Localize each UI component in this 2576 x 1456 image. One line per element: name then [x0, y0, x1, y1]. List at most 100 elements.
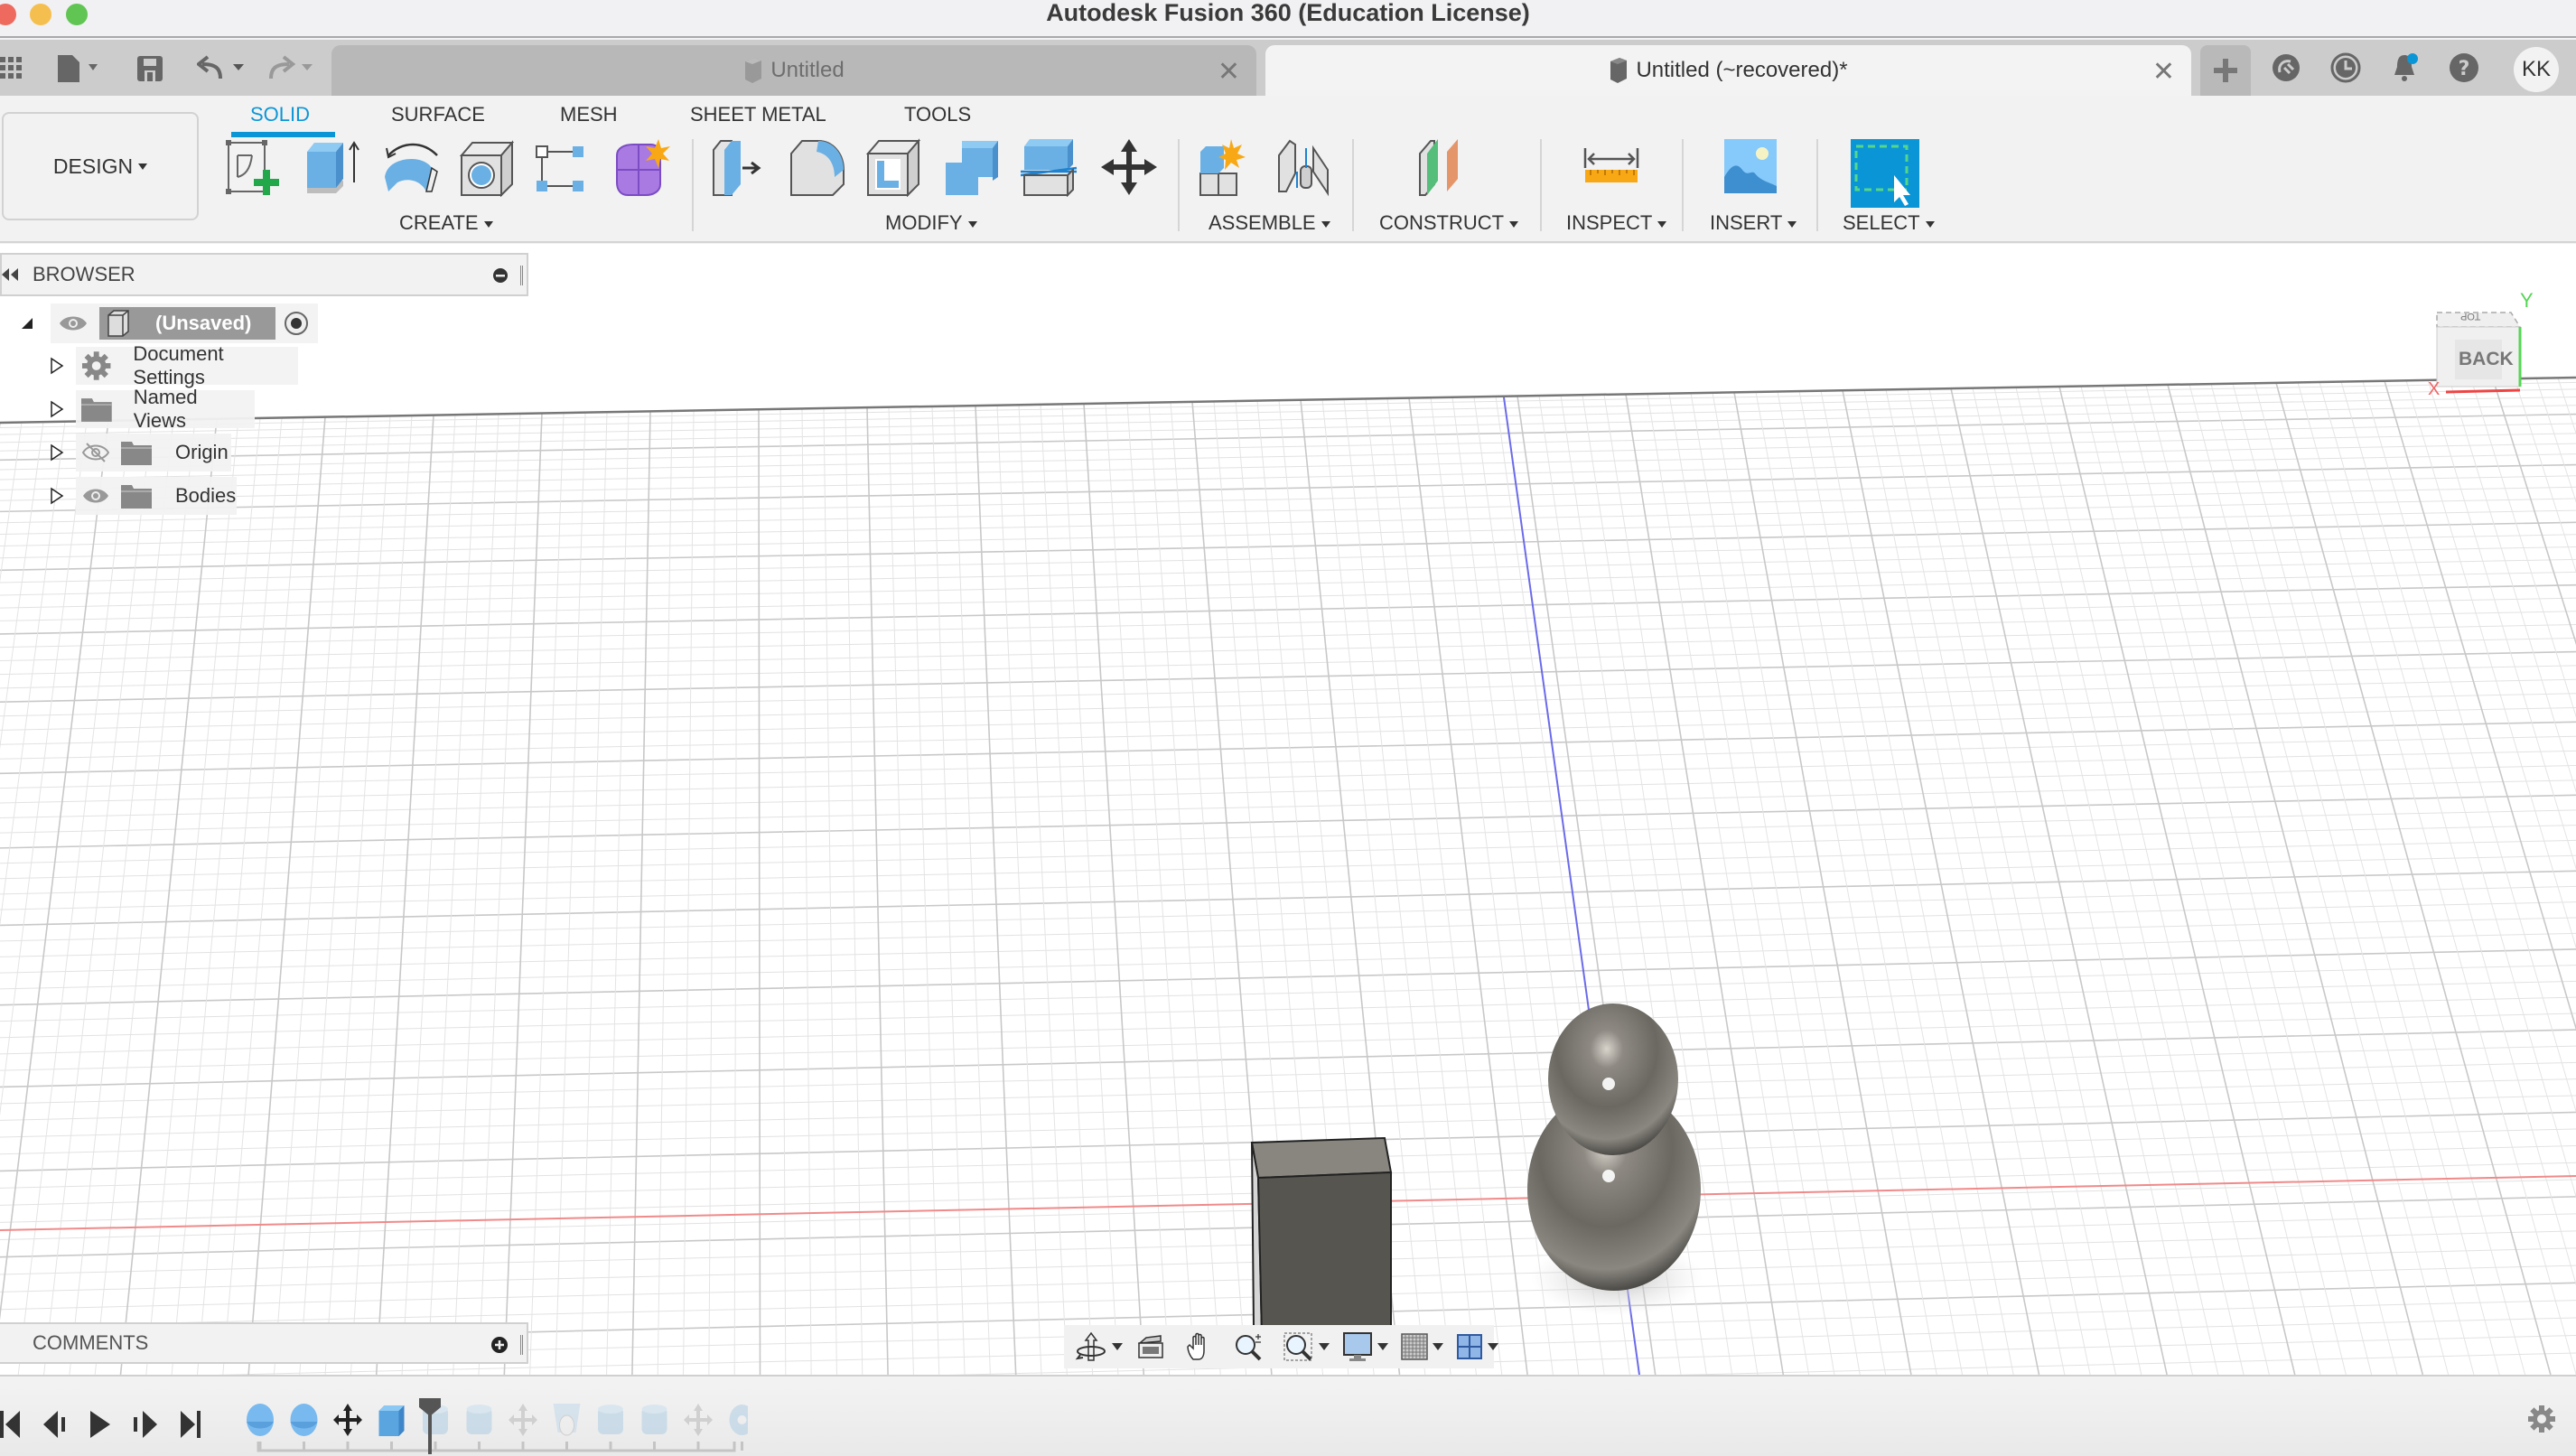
- look-at-button[interactable]: [1137, 1329, 1164, 1365]
- chevron-down-icon: [1319, 1343, 1330, 1350]
- move-copy-icon[interactable]: [1099, 137, 1159, 197]
- hidden-eye-icon[interactable]: [81, 442, 110, 463]
- viewports-button[interactable]: [1456, 1329, 1506, 1365]
- orbit-button[interactable]: [1075, 1329, 1130, 1365]
- tab-tools[interactable]: TOOLS: [904, 103, 971, 126]
- shell-icon[interactable]: [864, 137, 924, 197]
- insert-menu[interactable]: INSERT: [1710, 211, 1797, 235]
- extensions-icon[interactable]: [2271, 52, 2301, 83]
- zoom-window-button[interactable]: [1283, 1329, 1337, 1365]
- assemble-menu[interactable]: ASSEMBLE: [1209, 211, 1330, 235]
- display-settings-button[interactable]: [1342, 1329, 1395, 1365]
- timeline-feature-box[interactable]: [378, 1405, 405, 1436]
- save-button[interactable]: [136, 52, 163, 85]
- combine-icon[interactable]: [942, 137, 1002, 197]
- tree-item-origin[interactable]: Origin: [76, 434, 231, 471]
- step-back-icon[interactable]: [43, 1411, 69, 1438]
- tree-item-named-views[interactable]: Named Views: [76, 386, 255, 432]
- close-tab-button[interactable]: ✕: [1218, 56, 1240, 88]
- split-body-icon[interactable]: [1021, 137, 1080, 197]
- timeline-feature-cylinder[interactable]: [598, 1405, 623, 1434]
- window-select-icon[interactable]: [1851, 139, 1919, 208]
- timeline-feature-loft[interactable]: [553, 1404, 581, 1436]
- job-status-icon[interactable]: [2330, 52, 2361, 83]
- new-component-icon[interactable]: [1197, 137, 1256, 197]
- timeline-track[interactable]: [242, 1377, 748, 1456]
- timeline-feature-cylinder[interactable]: [466, 1405, 492, 1434]
- grid-snaps-button[interactable]: [1401, 1329, 1451, 1365]
- select-menu[interactable]: SELECT: [1843, 211, 1935, 235]
- notifications-icon[interactable]: [2389, 52, 2420, 83]
- timeline-feature-sphere[interactable]: [247, 1404, 274, 1436]
- tab-sheet-metal[interactable]: SHEET METAL: [690, 103, 826, 126]
- timeline-feature-move[interactable]: [684, 1404, 713, 1436]
- expand-named-views[interactable]: [50, 400, 64, 418]
- inspect-menu[interactable]: INSPECT: [1566, 211, 1667, 235]
- insert-image-icon[interactable]: [1721, 137, 1780, 197]
- help-icon[interactable]: ?: [2449, 52, 2479, 83]
- create-sketch-icon[interactable]: [223, 137, 283, 197]
- root-component-chip[interactable]: (Unsaved): [99, 307, 275, 340]
- modify-menu[interactable]: MODIFY: [885, 211, 977, 235]
- hole-icon[interactable]: [458, 137, 518, 197]
- extrude-icon[interactable]: [302, 137, 361, 197]
- tree-item-bodies[interactable]: Bodies: [76, 477, 237, 515]
- timeline-feature-cylinder[interactable]: [641, 1405, 667, 1434]
- viewcube-face-label[interactable]: BACK: [2459, 349, 2514, 370]
- document-tab-untitled-recovered[interactable]: Untitled (~recovered)* ✕: [1265, 45, 2191, 96]
- tab-mesh[interactable]: MESH: [560, 103, 618, 126]
- user-avatar[interactable]: KK: [2514, 47, 2559, 92]
- chevron-down-icon: [1377, 1343, 1388, 1350]
- workspace-switcher[interactable]: DESIGN: [2, 112, 199, 220]
- go-to-start-icon[interactable]: [0, 1411, 22, 1438]
- construct-menu[interactable]: CONSTRUCT: [1379, 211, 1519, 235]
- collapse-panel-icon[interactable]: [2, 268, 20, 281]
- create-form-icon[interactable]: [611, 137, 671, 197]
- redo-button[interactable]: [267, 52, 318, 85]
- expand-document-settings[interactable]: [50, 357, 64, 375]
- step-forward-icon[interactable]: [134, 1411, 159, 1438]
- measure-icon[interactable]: [1582, 137, 1641, 197]
- visibility-eye-icon[interactable]: [81, 485, 110, 507]
- timeline-feature-torus[interactable]: [729, 1405, 749, 1435]
- document-tab-untitled[interactable]: Untitled ✕: [331, 45, 1256, 96]
- create-menu[interactable]: CREATE: [399, 211, 493, 235]
- close-tab-button[interactable]: ✕: [2152, 56, 2175, 88]
- tree-root-expander[interactable]: [20, 316, 34, 334]
- undo-button[interactable]: [197, 52, 247, 85]
- timeline-settings-gear-icon[interactable]: [2526, 1404, 2557, 1434]
- canvas-viewport[interactable]: TOP BACK Y X: [0, 244, 2576, 1375]
- joint-icon[interactable]: [1274, 137, 1333, 197]
- zoom-button[interactable]: [1235, 1329, 1264, 1365]
- data-panel-button[interactable]: [0, 52, 23, 85]
- offset-plane-icon[interactable]: [1416, 137, 1476, 197]
- zoom-window-icon: [1283, 1332, 1312, 1361]
- fillet-icon[interactable]: [788, 137, 847, 197]
- revolve-icon[interactable]: [381, 137, 441, 197]
- tab-solid[interactable]: SOLID: [250, 103, 310, 126]
- add-comment-icon[interactable]: [490, 1336, 509, 1354]
- viewcube[interactable]: TOP BACK Y X: [2428, 289, 2547, 405]
- timeline-feature-move[interactable]: [333, 1404, 362, 1436]
- pin-panel-icon[interactable]: [492, 267, 509, 284]
- visibility-eye-icon[interactable]: [58, 313, 89, 333]
- tree-root-unsaved[interactable]: (Unsaved): [51, 303, 318, 343]
- file-menu-button[interactable]: [56, 52, 98, 85]
- play-icon[interactable]: [90, 1411, 112, 1438]
- timeline-feature-move[interactable]: [509, 1404, 537, 1436]
- tab-surface[interactable]: SURFACE: [391, 103, 485, 126]
- panel-resize-handle[interactable]: [520, 1335, 523, 1355]
- collapsed-triangle-icon: [51, 487, 64, 505]
- panel-resize-handle[interactable]: [520, 266, 523, 285]
- new-tab-button[interactable]: [2200, 45, 2251, 96]
- tree-item-document-settings[interactable]: Document Settings: [76, 342, 298, 388]
- pan-button[interactable]: [1186, 1329, 1213, 1365]
- press-pull-icon[interactable]: [710, 137, 770, 197]
- go-to-end-icon[interactable]: [181, 1411, 202, 1438]
- activate-radio-icon[interactable]: [283, 310, 310, 337]
- navigation-toolbar: [1064, 1325, 1498, 1368]
- timeline-feature-sphere[interactable]: [290, 1404, 318, 1436]
- expand-origin[interactable]: [50, 443, 64, 462]
- pattern-icon[interactable]: [533, 137, 593, 197]
- expand-bodies[interactable]: [50, 487, 64, 505]
